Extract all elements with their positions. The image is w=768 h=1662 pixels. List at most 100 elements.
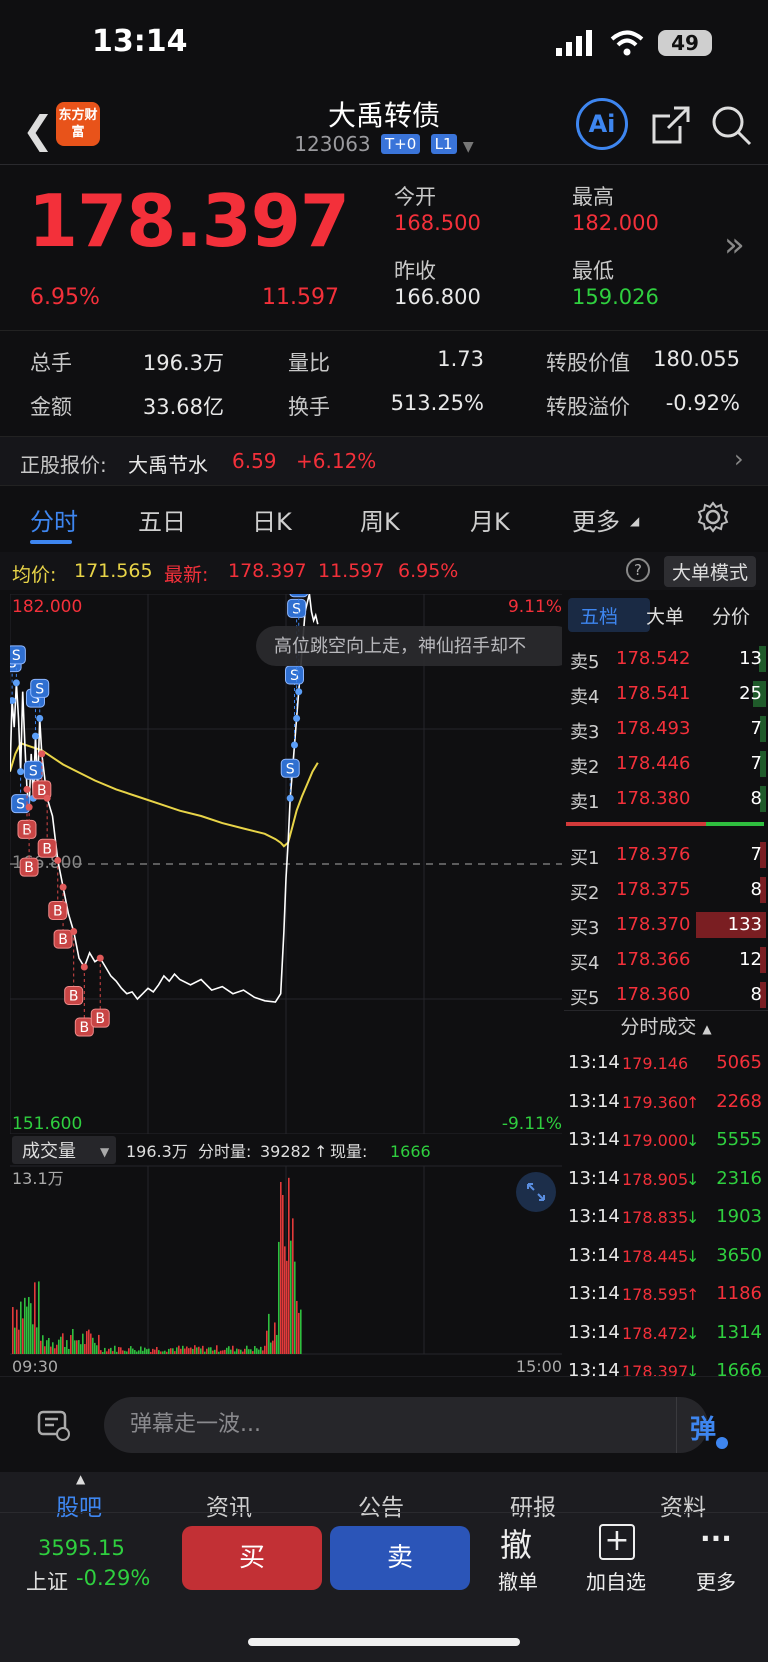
danmu-input[interactable]: 弹幕走一波... <box>104 1397 708 1453</box>
danmu-toggle-button[interactable]: 弹 <box>690 1409 716 1446</box>
volume-bar <box>80 1344 82 1354</box>
volume-bar <box>232 1345 234 1354</box>
volume-bar <box>134 1350 136 1354</box>
volume-bar <box>146 1349 148 1354</box>
prev-close-value: 166.800 <box>394 285 481 309</box>
double-chevron-right-icon[interactable]: » <box>724 225 745 265</box>
gear-icon[interactable] <box>696 500 730 534</box>
ask-row[interactable]: 卖1 178.380 8 <box>564 782 768 816</box>
nav-tab-research[interactable]: 研报 <box>510 1488 556 1522</box>
latest-pct: 6.95% <box>398 560 459 582</box>
tab-five-day[interactable]: 五日 <box>138 502 186 537</box>
buy-button[interactable]: 买 <box>182 1526 322 1590</box>
intraday-chart[interactable]: 182.000 9.11% 166.800 151.600 -9.11% SSS… <box>10 594 562 1134</box>
metric-label: 转股溢价 <box>546 395 630 419</box>
volume-bar <box>296 1300 298 1354</box>
cancel-order-label[interactable]: 撤单 <box>498 1566 538 1595</box>
bond-code: 123063 <box>294 132 371 156</box>
add-watchlist-icon[interactable]: + <box>599 1524 635 1560</box>
cancel-order-icon[interactable]: 撤 <box>500 1520 532 1566</box>
quote-panel: 178.397 6.95% 11.597 今开 168.500 昨收 166.8… <box>0 165 768 325</box>
tab-weekly-k[interactable]: 周K <box>360 502 400 537</box>
trades-title[interactable]: 分时成交 ▲ <box>564 1012 768 1039</box>
ask-row[interactable]: 卖5 178.542 13 <box>564 642 768 676</box>
more-label[interactable]: 更多 <box>696 1566 736 1595</box>
trade-point <box>36 714 44 722</box>
big-order-mode-button[interactable]: 大单模式 <box>664 556 757 587</box>
bid-row[interactable]: 买2 178.375 8 <box>564 873 768 907</box>
ask-row[interactable]: 卖4 178.541 25 <box>564 677 768 711</box>
volume-bar <box>112 1351 114 1354</box>
trade-point <box>12 679 20 687</box>
level-volume: 7 <box>750 844 762 865</box>
volume-selector[interactable]: 成交量 <box>22 1141 76 1162</box>
search-icon[interactable] <box>710 104 752 146</box>
bubble-text: 高位跳空向上走，神仙招手却不 <box>274 636 526 657</box>
nav-tab-announcements[interactable]: 公告 <box>358 1488 404 1522</box>
tab-more[interactable]: 更多 <box>572 502 620 537</box>
share-icon[interactable] <box>650 104 692 146</box>
tab-daily-k[interactable]: 日K <box>252 502 292 537</box>
volume-bar <box>256 1348 258 1354</box>
volume-bar <box>94 1342 96 1354</box>
trade-volume: 1314 <box>716 1321 762 1343</box>
bid-row[interactable]: 买5 178.360 8 <box>564 978 768 1012</box>
add-watchlist-label[interactable]: 加自选 <box>586 1566 646 1595</box>
nav-tab-news[interactable]: 资讯 <box>206 1488 252 1522</box>
ob-tab-price-dist[interactable]: 分价 <box>712 602 750 629</box>
volume-bar <box>88 1329 90 1354</box>
prev-close-label: 昨收 <box>394 259 436 283</box>
bid-row[interactable]: 买3 178.370 133 <box>564 908 768 942</box>
volume-bar <box>30 1303 32 1354</box>
bid-row[interactable]: 买1 178.376 7 <box>564 838 768 872</box>
more-icon[interactable]: ··· <box>700 1522 732 1555</box>
ob-tab-five-levels[interactable]: 五档 <box>580 602 618 629</box>
trade-price: 179.146 <box>622 1054 689 1073</box>
bid-row[interactable]: 买4 178.366 12 <box>564 943 768 977</box>
nav-tab-guba[interactable]: 股吧 <box>56 1488 102 1522</box>
trade-point <box>59 883 67 891</box>
marker-label: S <box>16 797 25 813</box>
volume-bar <box>284 1246 286 1354</box>
volume-bar <box>68 1348 70 1354</box>
underlying-stock-row[interactable]: 正股报价: 大禹节水 6.59 +6.12% › <box>0 436 768 486</box>
level-price: 178.376 <box>616 844 691 865</box>
volume-bar <box>50 1346 52 1354</box>
volume-bar <box>38 1281 40 1354</box>
trade-point <box>25 803 33 811</box>
level-volume: 133 <box>727 914 762 935</box>
marker-label: B <box>80 1020 90 1036</box>
tab-intraday[interactable]: 分时 <box>30 502 78 537</box>
order-book: 五档 大单 分价 卖5 178.542 13 卖4 178.541 25 卖3 178.493… <box>564 594 768 1381</box>
index-name: 上证 <box>26 1570 68 1594</box>
danmu-settings-icon[interactable] <box>36 1407 72 1443</box>
volume-bar <box>128 1348 130 1354</box>
tab-monthly-k[interactable]: 月K <box>470 502 510 537</box>
ai-button[interactable]: Ai <box>576 98 628 150</box>
trade-volume: 5065 <box>716 1052 762 1073</box>
volume-bar <box>298 1312 300 1354</box>
nav-tab-profile[interactable]: 资料 <box>660 1488 706 1522</box>
expand-icon[interactable] <box>516 1172 556 1212</box>
status-icons: 49 <box>556 30 712 56</box>
help-icon[interactable]: ? <box>626 558 650 582</box>
volume-bar <box>262 1350 264 1354</box>
level-label: 卖4 <box>570 687 600 708</box>
last-price: 178.397 <box>28 179 350 263</box>
trade-time: 13:14 <box>568 1206 620 1227</box>
metric-value: 180.055 <box>653 347 740 371</box>
volume-bar <box>110 1347 112 1354</box>
volume-bar <box>216 1345 218 1354</box>
comment-bubble[interactable]: 高位跳空向上走，神仙招手却不 <box>256 626 562 666</box>
index-value[interactable]: 3595.15 <box>38 1536 125 1560</box>
volume-chart[interactable]: 成交量 ▼ 196.3万 分时量: 39282 ↑ 现量: 1666 13.1万… <box>10 1134 562 1374</box>
ask-row[interactable]: 卖2 178.446 7 <box>564 747 768 781</box>
level-volume: 8 <box>750 879 762 900</box>
chevron-down-icon[interactable]: ▼ <box>463 139 474 155</box>
volume-bar <box>234 1351 236 1354</box>
level-volume: 7 <box>750 753 762 774</box>
ask-row[interactable]: 卖3 178.493 7 <box>564 712 768 746</box>
trade-point <box>54 856 62 864</box>
ob-tab-big-orders[interactable]: 大单 <box>646 602 684 629</box>
sell-button[interactable]: 卖 <box>330 1526 470 1590</box>
